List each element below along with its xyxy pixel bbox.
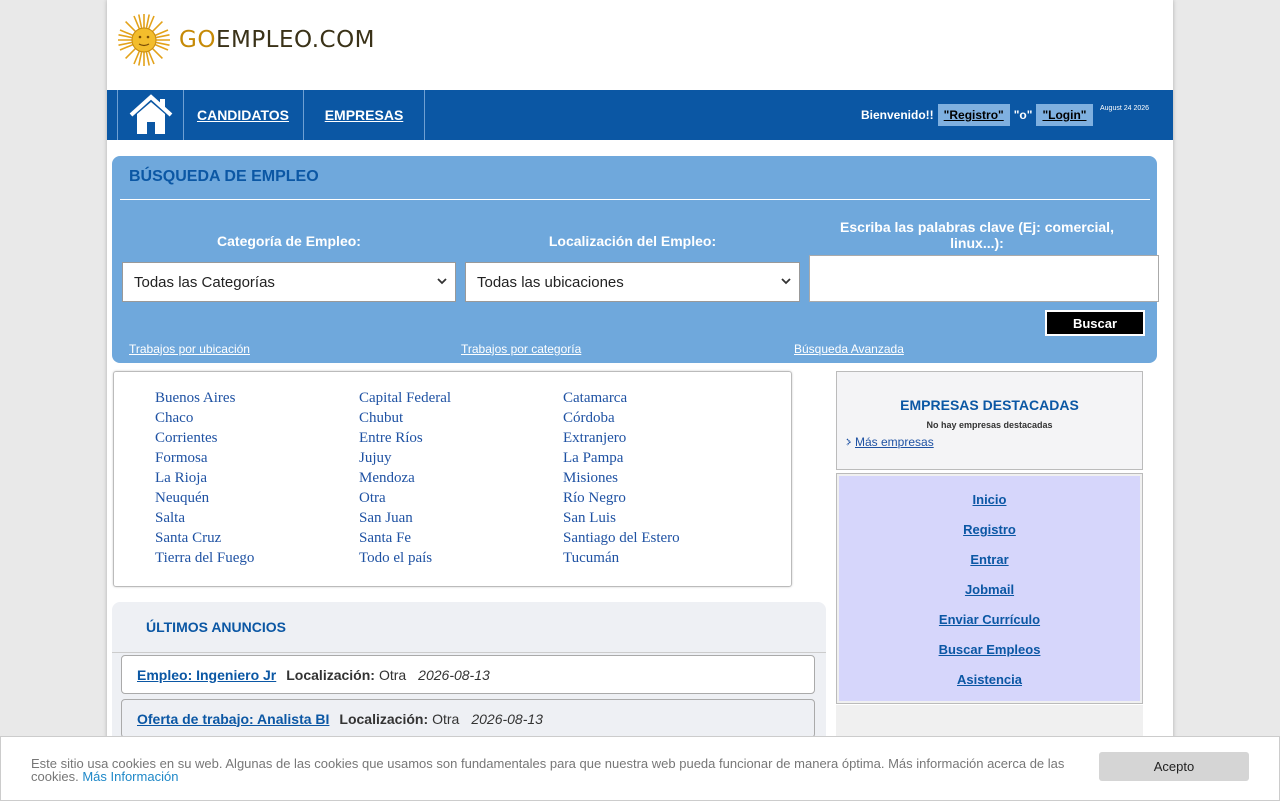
menu-jobmail[interactable]: Jobmail — [839, 582, 1140, 597]
menu-asistencia[interactable]: Asistencia — [839, 672, 1140, 687]
chevron-right-icon — [846, 438, 851, 446]
location-select-value: Todas las ubicaciones — [477, 273, 624, 291]
logo-go: GO — [179, 27, 216, 53]
location-link[interactable]: Todo el país — [359, 550, 432, 567]
page-container: GOEMPLEO.COM CANDIDATOS EMPRESAS Bienven… — [107, 0, 1173, 800]
location-label: Localización del Empleo: — [548, 233, 717, 249]
location-link[interactable]: La Pampa — [563, 450, 623, 467]
ad-item: Oferta de trabajo: Analista BI Localizac… — [121, 699, 815, 738]
logo-text: GOEMPLEO.COM — [179, 27, 375, 53]
welcome-area: Bienvenido!! "Registro" "o" "Login" — [861, 90, 1093, 140]
cookie-message: Este sitio usa cookies en su web. Alguna… — [31, 756, 1065, 784]
cookie-banner: Este sitio usa cookies en su web. Alguna… — [0, 736, 1280, 801]
menu-enviar-curriculo[interactable]: Enviar Currículo — [839, 612, 1140, 627]
chevron-down-icon — [781, 278, 791, 285]
home-icon — [129, 94, 172, 134]
cookie-accept-button[interactable]: Acepto — [1099, 752, 1249, 781]
featured-companies-title: EMPRESAS DESTACADAS — [900, 397, 1079, 413]
link-advanced-search[interactable]: Búsqueda Avanzada — [794, 342, 904, 356]
ad-item: Empleo: Ingeniero Jr Localización: Otra … — [121, 655, 815, 694]
cookie-more-info-link[interactable]: Más Información — [82, 769, 178, 784]
ad-location-label: Localización: — [286, 666, 375, 683]
location-link[interactable]: Tierra del Fuego — [155, 550, 254, 567]
latest-ads-title: ÚLTIMOS ANUNCIOS — [146, 619, 286, 635]
chevron-down-icon — [437, 278, 447, 285]
registro-link[interactable]: "Registro" — [937, 104, 1010, 126]
ad-date: 2026-08-13 — [418, 666, 490, 683]
location-link[interactable]: Chaco — [155, 410, 193, 427]
featured-companies: EMPRESAS DESTACADAS No hay empresas dest… — [836, 371, 1143, 470]
location-link[interactable]: Neuquén — [155, 490, 209, 507]
location-link[interactable]: Río Negro — [563, 490, 626, 507]
site-logo[interactable]: GOEMPLEO.COM — [117, 12, 375, 68]
ad-location-value: Otra — [432, 710, 460, 727]
location-link[interactable]: Tucumán — [563, 550, 619, 567]
sun-icon — [118, 14, 170, 66]
ad-title-link[interactable]: Oferta de trabajo: Analista BI — [137, 711, 329, 727]
location-link[interactable]: Jujuy — [359, 450, 392, 467]
location-link[interactable]: San Juan — [359, 510, 413, 527]
location-link[interactable]: La Rioja — [155, 470, 207, 487]
ad-title-link[interactable]: Empleo: Ingeniero Jr — [137, 667, 276, 683]
logo-empleo: EMPLEO — [215, 27, 312, 53]
login-link[interactable]: "Login" — [1036, 104, 1093, 126]
link-jobs-by-category[interactable]: Trabajos por categoría — [461, 342, 581, 356]
search-button[interactable]: Buscar — [1045, 310, 1145, 336]
menu-registro[interactable]: Registro — [839, 522, 1140, 537]
menu-entrar[interactable]: Entrar — [839, 552, 1140, 567]
current-date: August 24 2026 — [1100, 105, 1150, 112]
locations-list: Buenos Aires Capital Federal Catamarca Chac… — [113, 371, 792, 587]
location-link[interactable]: Capital Federal — [359, 390, 451, 407]
ad-location-value: Otra — [378, 666, 407, 683]
location-link[interactable]: San Luis — [563, 510, 616, 527]
location-link[interactable]: Santa Fe — [359, 530, 411, 547]
nav-empresas[interactable]: EMPRESAS — [304, 90, 425, 140]
keywords-label: Escriba las palabras clave (Ej: comercia… — [840, 219, 1114, 251]
location-link[interactable]: Santiago del Estero — [563, 530, 680, 547]
location-select[interactable]: Todas las ubicaciones — [465, 262, 800, 302]
or-text: "o" — [1013, 108, 1033, 122]
more-companies-link[interactable]: Más empresas — [846, 435, 934, 449]
category-label: Categoría de Empleo: — [217, 233, 361, 249]
menu-buscar-empleos[interactable]: Buscar Empleos — [839, 642, 1140, 657]
ad-date: 2026-08-13 — [471, 710, 543, 727]
keywords-input[interactable] — [809, 255, 1159, 302]
main-nav: CANDIDATOS EMPRESAS Bienvenido!! "Regist… — [107, 90, 1173, 140]
location-link[interactable]: Chubut — [359, 410, 403, 427]
more-companies-text: Más empresas — [855, 435, 934, 449]
location-link[interactable]: Catamarca — [563, 390, 627, 407]
category-select[interactable]: Todas las Categorías — [122, 262, 456, 302]
home-button[interactable] — [117, 90, 184, 140]
location-link[interactable]: Corrientes — [155, 430, 217, 447]
logo-dotcom: .COM — [311, 27, 376, 53]
location-link[interactable]: Mendoza — [359, 470, 415, 487]
location-link[interactable]: Formosa — [155, 450, 208, 467]
cookie-text: Este sitio usa cookies en su web. Alguna… — [31, 757, 1081, 783]
location-link[interactable]: Otra — [359, 490, 386, 507]
ad-location-label: Localización: — [339, 710, 429, 727]
menu-inicio[interactable]: Inicio — [839, 492, 1140, 507]
location-link[interactable]: Córdoba — [563, 410, 615, 427]
category-select-value: Todas las Categorías — [134, 273, 275, 291]
nav-candidatos[interactable]: CANDIDATOS — [183, 90, 304, 140]
location-link[interactable]: Entre Ríos — [359, 430, 423, 447]
location-link[interactable]: Salta — [155, 510, 185, 527]
location-link[interactable]: Santa Cruz — [155, 530, 221, 547]
no-featured-companies: No hay empresas destacadas — [926, 420, 1053, 430]
location-link[interactable]: Buenos Aires — [155, 390, 235, 407]
location-link[interactable]: Extranjero — [563, 430, 626, 447]
link-jobs-by-location[interactable]: Trabajos por ubicación — [129, 342, 250, 356]
search-divider — [120, 199, 1150, 200]
job-search-panel: BÚSQUEDA DE EMPLEO Categoría de Empleo: … — [112, 156, 1159, 363]
search-title: BÚSQUEDA DE EMPLEO — [129, 168, 319, 185]
location-link[interactable]: Misiones — [563, 470, 618, 487]
side-menu: Inicio Registro Entrar Jobmail Enviar Cu… — [836, 473, 1143, 704]
welcome-text: Bienvenido!! — [861, 108, 934, 122]
latest-ads-divider — [112, 652, 826, 653]
side-menu-inner: Inicio Registro Entrar Jobmail Enviar Cu… — [839, 476, 1140, 701]
